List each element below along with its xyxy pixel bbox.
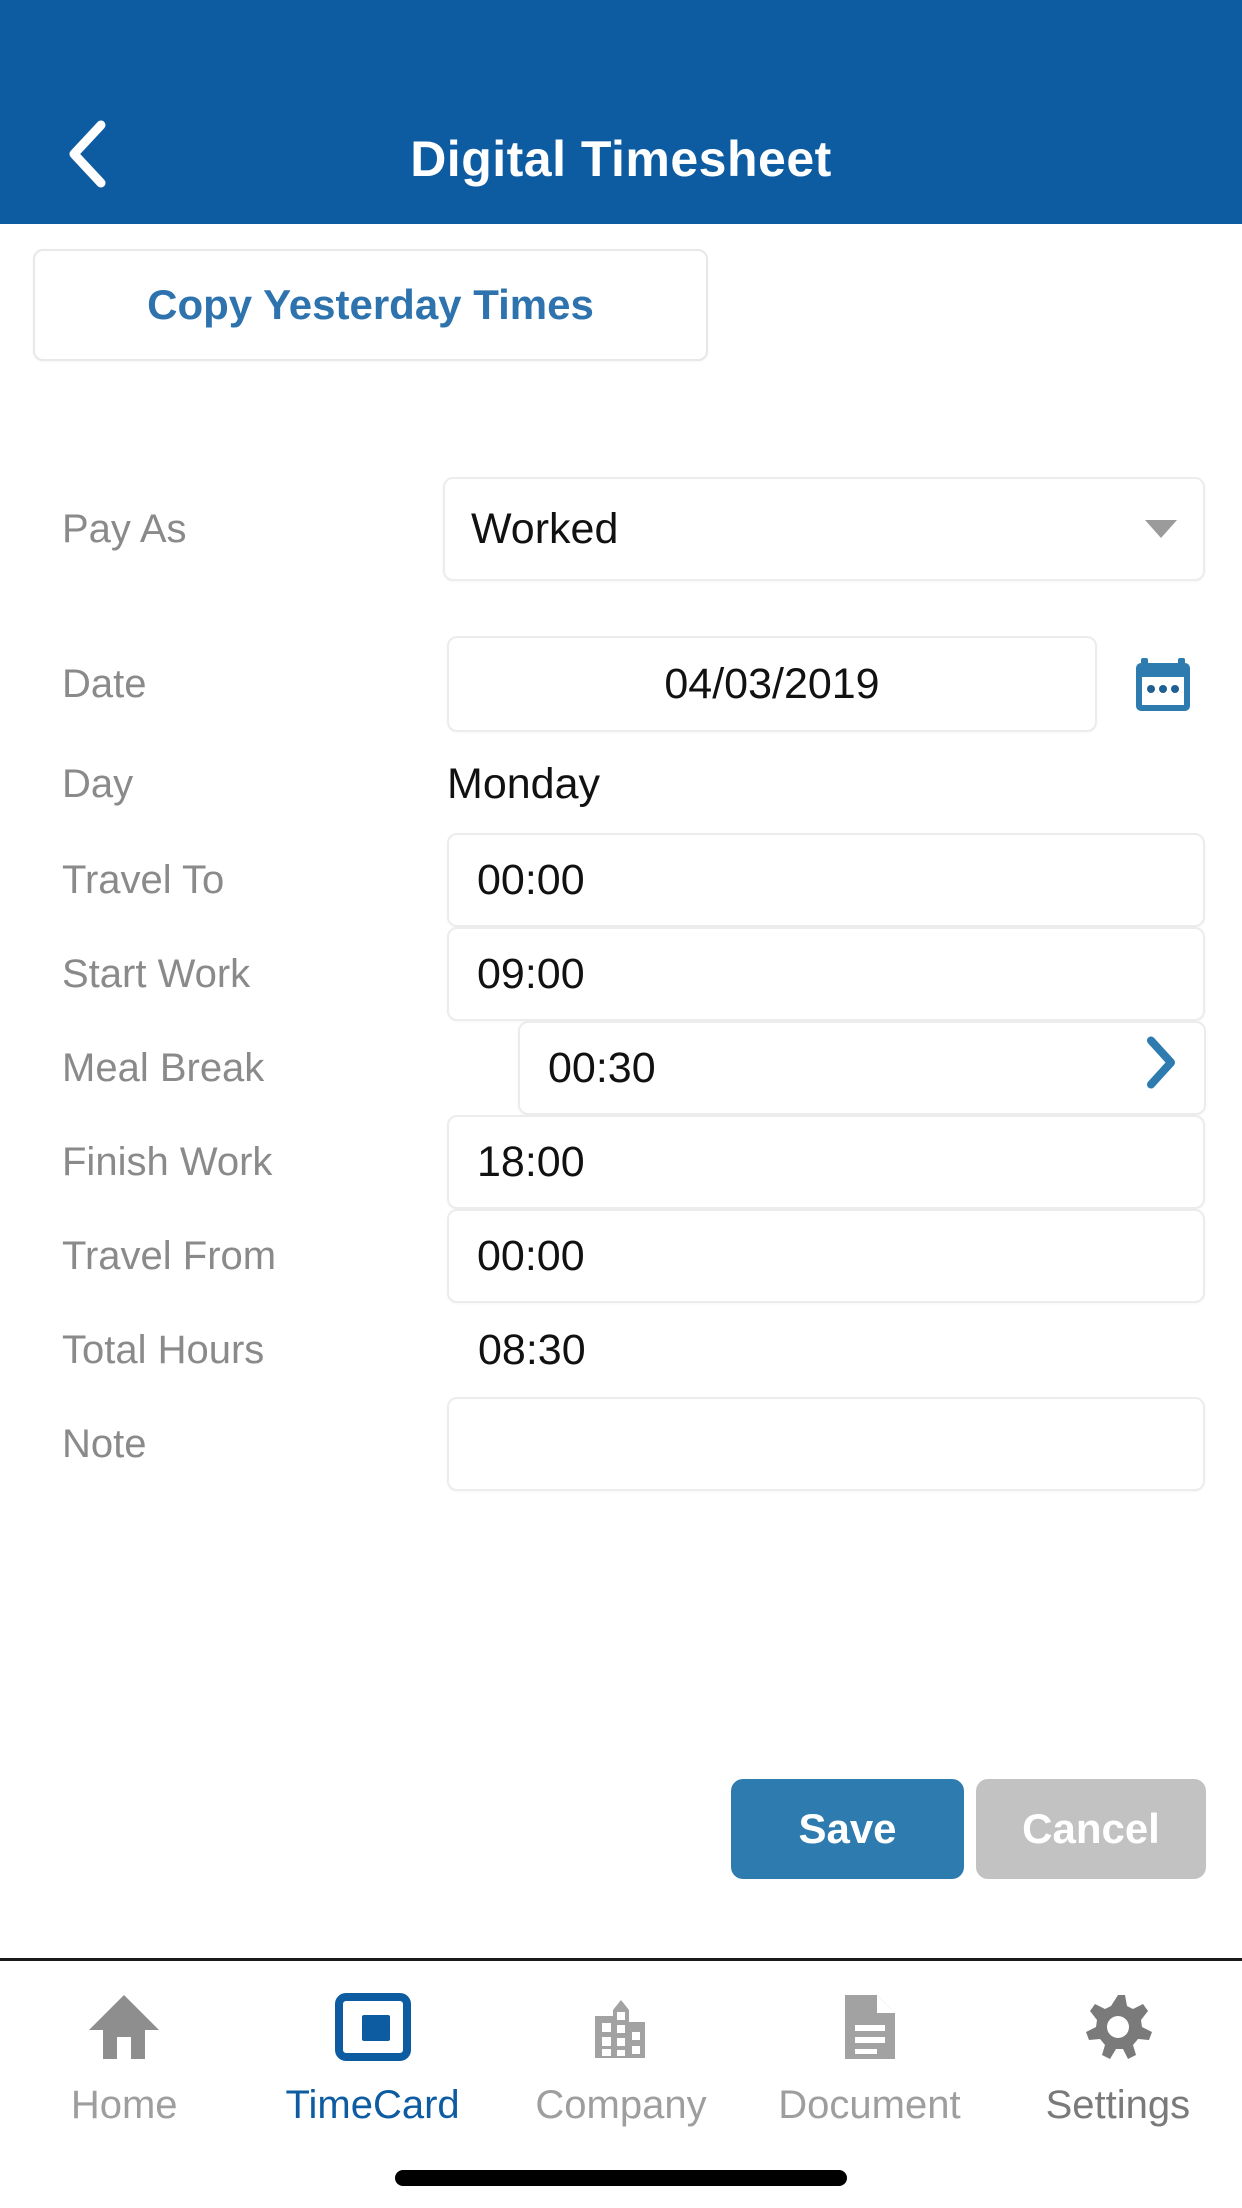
chevron-down-icon (1145, 520, 1177, 538)
pay-as-label: Pay As (62, 506, 187, 551)
nav-item-timecard[interactable]: TimeCard (248, 1991, 496, 2128)
pay-as-value: Worked (471, 504, 619, 553)
chevron-right-icon[interactable] (1144, 1036, 1178, 1101)
nav-item-home[interactable]: Home (0, 1991, 248, 2128)
finish-work-input[interactable]: 18:00 (447, 1115, 1205, 1209)
meal-break-label: Meal Break (62, 1045, 265, 1090)
save-button[interactable]: Save (731, 1779, 964, 1879)
date-input[interactable]: 04/03/2019 (447, 636, 1097, 732)
day-label: Day (62, 761, 134, 806)
date-label: Date (62, 661, 147, 706)
nav-label-timecard: TimeCard (285, 2083, 460, 2127)
note-input[interactable] (447, 1397, 1205, 1491)
total-hours-label: Total Hours (62, 1327, 265, 1372)
start-work-input[interactable]: 09:00 (447, 927, 1205, 1021)
travel-from-input[interactable]: 00:00 (447, 1209, 1205, 1303)
date-value: 04/03/2019 (664, 659, 880, 708)
meal-break-input[interactable]: 00:30 (518, 1021, 1206, 1115)
app-header: Digital Timesheet (0, 0, 1242, 224)
pay-as-select[interactable]: Worked (443, 477, 1205, 581)
cancel-button[interactable]: Cancel (976, 1779, 1206, 1879)
day-value: Monday (447, 759, 600, 808)
finish-work-label: Finish Work (62, 1139, 273, 1184)
travel-to-input[interactable]: 00:00 (447, 833, 1205, 927)
home-indicator (395, 2170, 847, 2186)
back-button[interactable] (52, 114, 122, 194)
finish-work-value: 18:00 (477, 1137, 585, 1186)
timecard-icon (334, 1991, 412, 2063)
page-title: Digital Timesheet (410, 131, 832, 187)
copy-yesterday-times-button[interactable]: Copy Yesterday Times (33, 249, 708, 361)
travel-from-value: 00:00 (477, 1231, 585, 1280)
gear-icon (1082, 1991, 1154, 2063)
travel-from-label: Travel From (62, 1233, 277, 1278)
home-icon (87, 1991, 161, 2063)
row-note: Note (0, 1384, 1242, 1504)
row-pay-as: Pay As Worked (0, 469, 1242, 589)
total-hours-value: 08:30 (478, 1325, 586, 1374)
building-icon (583, 1991, 659, 2063)
note-label: Note (62, 1421, 147, 1466)
travel-to-value: 00:00 (477, 855, 585, 904)
travel-to-label: Travel To (62, 857, 225, 902)
start-work-label: Start Work (62, 951, 251, 996)
nav-label-settings: Settings (1045, 2083, 1191, 2127)
form-actions: Save Cancel (0, 1779, 1242, 1889)
timesheet-form: Copy Yesterday Times Pay As Worked Date … (0, 224, 1242, 1961)
nav-label-company: Company (535, 2083, 707, 2127)
document-icon (837, 1991, 901, 2063)
nav-label-document: Document (778, 2083, 961, 2127)
calendar-icon[interactable] (1132, 653, 1194, 715)
chevron-left-icon (64, 119, 110, 189)
bottom-navigation: Home TimeCard Company Document Settings (0, 1961, 1242, 2208)
start-work-value: 09:00 (477, 949, 585, 998)
meal-break-value: 00:30 (548, 1043, 656, 1092)
nav-label-home: Home (70, 2083, 178, 2127)
nav-item-settings[interactable]: Settings (994, 1991, 1242, 2128)
nav-item-document[interactable]: Document (745, 1991, 993, 2128)
nav-item-company[interactable]: Company (497, 1991, 745, 2128)
